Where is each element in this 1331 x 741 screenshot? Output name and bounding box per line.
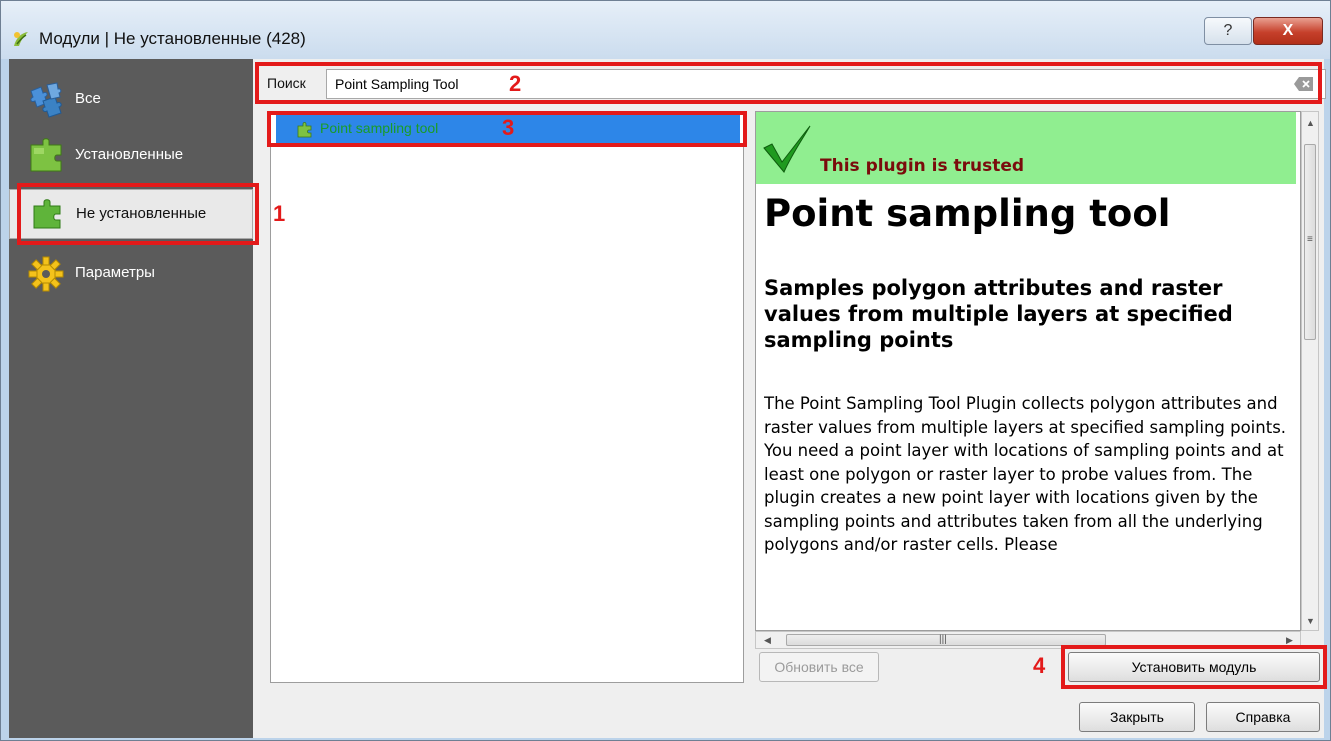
annotation-box-2 — [255, 62, 1322, 104]
plugin-name: Point sampling tool — [764, 192, 1171, 235]
sidebar-item-installed[interactable]: Установленные — [9, 131, 253, 181]
scroll-right-arrow-icon[interactable]: ▶ — [1286, 635, 1293, 645]
dialog-body: Все Установленные Не установленные Парам… — [9, 59, 1327, 738]
scroll-up-arrow-icon[interactable]: ▲ — [1306, 118, 1315, 128]
sidebar-item-label: Все — [75, 90, 101, 107]
sidebar-item-label: Установленные — [75, 146, 184, 163]
upgrade-all-button[interactable]: Обновить все — [759, 652, 879, 682]
puzzle-blue-icon — [30, 82, 62, 118]
plugin-summary: Samples polygon attributes and raster va… — [764, 276, 1233, 352]
sidebar-item-label: Параметры — [75, 264, 155, 281]
scrollbar-thumb[interactable]: ≡ — [1304, 144, 1316, 340]
sidebar-item-settings[interactable]: Параметры — [9, 249, 253, 299]
scroll-grip-icon: ||| — [939, 634, 947, 645]
sidebar-item-all[interactable]: Все — [9, 75, 253, 125]
annotation-box-4 — [1061, 645, 1327, 689]
annotation-box-1 — [17, 183, 259, 245]
trusted-text: This plugin is trusted — [820, 156, 1025, 176]
annotation-number: 4 — [1033, 653, 1046, 678]
title-close-button[interactable]: X — [1253, 17, 1323, 45]
window-title: Модули | Не установленные (428) — [39, 29, 306, 48]
annotation-number: 3 — [502, 115, 515, 140]
plugin-details: This plugin is trusted Point sampling to… — [755, 111, 1301, 631]
help-button[interactable]: Справка — [1206, 702, 1320, 732]
check-icon — [763, 125, 811, 173]
scroll-down-arrow-icon[interactable]: ▼ — [1306, 616, 1315, 626]
puzzle-green-icon — [30, 138, 62, 172]
trusted-banner: This plugin is trusted — [756, 112, 1296, 184]
scroll-left-arrow-icon[interactable]: ◀ — [764, 635, 771, 645]
title-help-button[interactable]: ? — [1204, 17, 1252, 45]
scroll-grip-icon: ≡ — [1307, 234, 1313, 245]
qgis-app-icon — [14, 32, 28, 46]
plugin-manager-window: Модули | Не установленные (428) ? X Все … — [0, 0, 1331, 741]
annotation-number: 2 — [509, 71, 522, 96]
annotation-number: 1 — [273, 201, 286, 226]
plugin-list: Point sampling tool — [270, 111, 744, 683]
gear-icon — [28, 256, 64, 292]
plugin-description: The Point Sampling Tool Plugin collects … — [764, 394, 1287, 554]
title-bar: Модули | Не установленные (428) ? X — [1, 1, 1330, 59]
details-vertical-scrollbar[interactable]: ▲ ≡ ▼ — [1301, 111, 1319, 631]
sidebar: Все Установленные Не установленные Парам… — [9, 59, 253, 738]
close-button[interactable]: Закрыть — [1079, 702, 1195, 732]
scrollbar-thumb[interactable]: ||| — [786, 634, 1106, 646]
